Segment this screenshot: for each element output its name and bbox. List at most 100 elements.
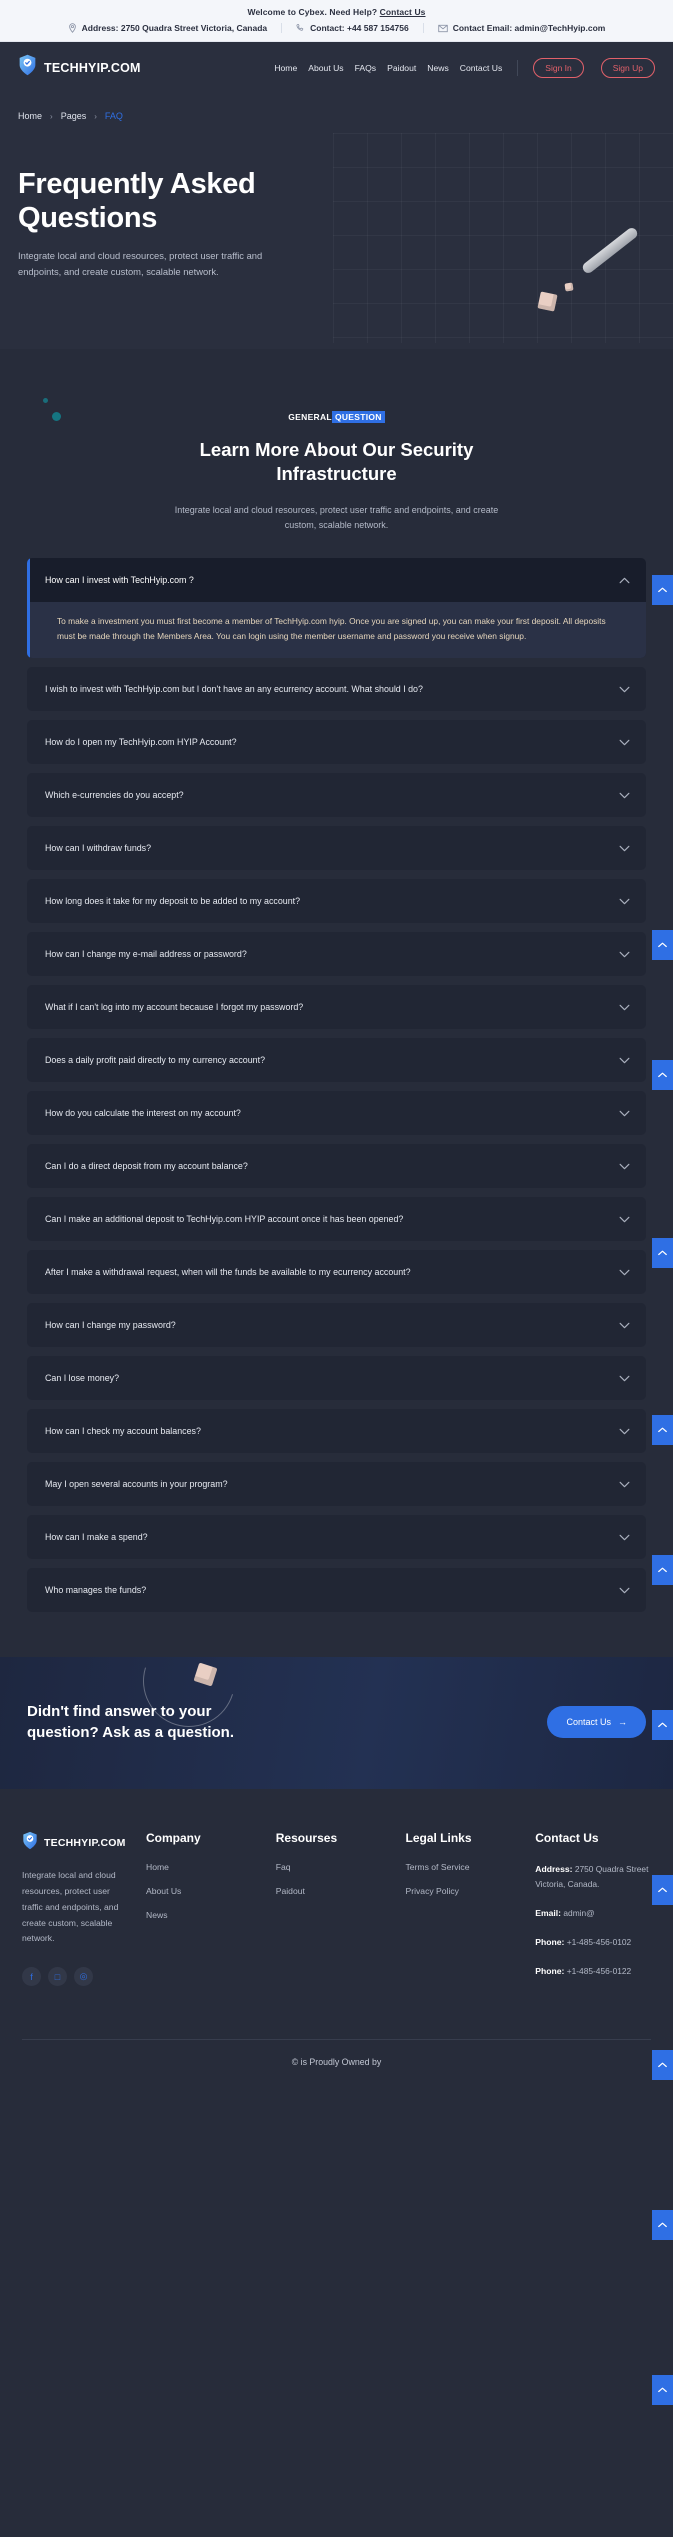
footer-link-terms-of-service[interactable]: Terms of Service xyxy=(406,1862,522,1872)
sign-up-button[interactable]: Sign Up xyxy=(600,57,655,78)
footer-link-faq[interactable]: Faq xyxy=(276,1862,392,1872)
faq-item-header[interactable]: After I make a withdrawal request, when … xyxy=(27,1250,646,1294)
footer-phone-1-label: Phone: xyxy=(535,1936,565,1947)
twitch-icon[interactable]: □ xyxy=(48,1967,67,1987)
chevron-up-icon xyxy=(658,2062,667,2068)
faq-item-header[interactable]: How can I change my e-mail address or pa… xyxy=(27,932,646,976)
nav-item-home[interactable]: Home xyxy=(274,63,297,73)
faq-item-header[interactable]: How do I open my TechHyip.com HYIP Accou… xyxy=(27,720,646,764)
chevron-down-icon[interactable] xyxy=(619,1422,630,1440)
chevron-down-icon[interactable] xyxy=(619,1263,630,1281)
faq-question: May I open several accounts in your prog… xyxy=(45,1478,228,1489)
chevron-up-icon[interactable] xyxy=(619,571,630,589)
chevron-down-icon[interactable] xyxy=(619,680,630,698)
scroll-to-top-button[interactable] xyxy=(652,1555,673,1585)
brand-logo[interactable]: TECHHYIP.COM xyxy=(18,54,141,81)
faq-accordion: How can I invest with TechHyip.com ? To m… xyxy=(27,557,646,1612)
faq-item-header[interactable]: How can I change my password? xyxy=(27,1303,646,1347)
faq-item-header[interactable]: Can I lose money? xyxy=(27,1356,646,1400)
faq-item-header[interactable]: Can I do a direct deposit from my accoun… xyxy=(27,1144,646,1188)
chevron-down-icon[interactable] xyxy=(619,733,630,751)
faq-item-header[interactable]: May I open several accounts in your prog… xyxy=(27,1462,646,1506)
chevron-down-icon[interactable] xyxy=(619,1528,630,1546)
scroll-to-top-button[interactable] xyxy=(652,2375,673,2405)
badge-prefix: GENERAL xyxy=(288,411,332,422)
page-root: Welcome to Cybex. Need Help? Contact Us … xyxy=(0,0,673,2405)
location-pin-icon xyxy=(68,23,77,33)
chevron-right-icon: › xyxy=(50,111,53,121)
footer-link-home[interactable]: Home xyxy=(146,1862,262,1872)
chevron-down-icon[interactable] xyxy=(619,1051,630,1069)
chevron-down-icon[interactable] xyxy=(619,1369,630,1387)
faq-item: Who manages the funds? xyxy=(27,1567,646,1612)
faq-question: How do I open my TechHyip.com HYIP Accou… xyxy=(45,736,237,747)
faq-item-header[interactable]: How can I invest with TechHyip.com ? xyxy=(27,558,646,602)
scroll-to-top-button[interactable] xyxy=(652,2210,673,2240)
chevron-down-icon[interactable] xyxy=(619,892,630,910)
footer-link-news[interactable]: News xyxy=(146,1910,262,1920)
footer-phone-2-value: +1-485-456-0122 xyxy=(566,1965,632,1976)
faq-item-header[interactable]: Can I make an additional deposit to Tech… xyxy=(27,1197,646,1241)
chevron-down-icon[interactable] xyxy=(619,839,630,857)
chevron-up-icon xyxy=(658,587,667,593)
scroll-to-top-button[interactable] xyxy=(652,1060,673,1090)
faq-item-header[interactable]: Does a daily profit paid directly to my … xyxy=(27,1038,646,1082)
nav-item-faqs[interactable]: FAQs xyxy=(355,63,377,73)
scroll-to-top-button[interactable] xyxy=(652,575,673,605)
nav-item-contact-us[interactable]: Contact Us xyxy=(460,63,503,73)
chevron-down-icon[interactable] xyxy=(619,1581,630,1599)
welcome-text: Welcome to Cybex. Need Help? xyxy=(247,7,378,17)
faq-item-header[interactable]: I wish to invest with TechHyip.com but I… xyxy=(27,667,646,711)
sign-in-button[interactable]: Sign In xyxy=(533,57,584,78)
footer-link-privacy-policy[interactable]: Privacy Policy xyxy=(406,1886,522,1896)
nav-divider xyxy=(517,59,519,76)
faq-question: How do you calculate the interest on my … xyxy=(45,1107,241,1118)
page-subtitle: Integrate local and cloud resources, pro… xyxy=(18,250,263,277)
faq-item-header[interactable]: What if I can't log into my account beca… xyxy=(27,985,646,1029)
scroll-to-top-button[interactable] xyxy=(652,1710,673,1740)
nav-item-news[interactable]: News xyxy=(427,63,449,73)
footer-logo[interactable]: TECHHYIP.COM xyxy=(22,1831,132,1855)
scroll-to-top-button[interactable] xyxy=(652,2050,673,2080)
chevron-up-icon xyxy=(658,1427,667,1433)
welcome-contact-link[interactable]: Contact Us xyxy=(380,7,426,17)
breadcrumb-current: FAQ xyxy=(104,111,123,121)
chevron-down-icon[interactable] xyxy=(619,945,630,963)
cta-contact-us-button[interactable]: Contact Us → xyxy=(547,1705,646,1738)
chevron-down-icon[interactable] xyxy=(619,1210,630,1228)
faq-item: How do I open my TechHyip.com HYIP Accou… xyxy=(27,719,646,764)
nav-item-about-us[interactable]: About Us xyxy=(308,63,343,73)
breadcrumb-pages[interactable]: Pages xyxy=(61,111,87,121)
footer-link-paidout[interactable]: Paidout xyxy=(276,1886,392,1896)
chevron-down-icon[interactable] xyxy=(619,1157,630,1175)
faq-item-header[interactable]: How can I make a spend? xyxy=(27,1515,646,1559)
nav-item-paidout[interactable]: Paidout xyxy=(387,63,416,73)
scroll-to-top-button[interactable] xyxy=(652,1875,673,1905)
faq-item: How can I change my e-mail address or pa… xyxy=(27,931,646,976)
footer-link-about-us[interactable]: About Us xyxy=(146,1886,262,1896)
chevron-up-icon xyxy=(658,2387,667,2393)
scroll-to-top-button[interactable] xyxy=(652,1238,673,1268)
scroll-to-top-button[interactable] xyxy=(652,930,673,960)
scroll-to-top-button[interactable] xyxy=(652,1415,673,1445)
faq-item-header[interactable]: How long does it take for my deposit to … xyxy=(27,879,646,923)
faq-item-header[interactable]: How can I check my account balances? xyxy=(27,1409,646,1453)
chevron-down-icon[interactable] xyxy=(619,1475,630,1493)
faq-item: What if I can't log into my account beca… xyxy=(27,984,646,1029)
faq-item-header[interactable]: How can I withdraw funds? xyxy=(27,826,646,870)
breadcrumb-home[interactable]: Home xyxy=(18,111,42,121)
instagram-icon[interactable]: ◎ xyxy=(74,1967,93,1987)
chevron-down-icon[interactable] xyxy=(619,786,630,804)
faq-item-header[interactable]: Who manages the funds? xyxy=(27,1568,646,1612)
top-email: Contact Email: admin@TechHyip.com xyxy=(422,23,620,33)
chevron-down-icon[interactable] xyxy=(619,998,630,1016)
brand-name: TECHHYIP.COM xyxy=(44,60,141,75)
chevron-down-icon[interactable] xyxy=(619,1104,630,1122)
faq-item: Does a daily profit paid directly to my … xyxy=(27,1037,646,1082)
badge-highlight: QUESTION xyxy=(331,410,385,423)
faq-item-header[interactable]: Which e-currencies do you accept? xyxy=(27,773,646,817)
site-header: TECHHYIP.COM Home About Us FAQs Paidout … xyxy=(0,42,673,93)
facebook-icon[interactable]: f xyxy=(22,1967,41,1987)
faq-item-header[interactable]: How do you calculate the interest on my … xyxy=(27,1091,646,1135)
chevron-down-icon[interactable] xyxy=(619,1316,630,1334)
